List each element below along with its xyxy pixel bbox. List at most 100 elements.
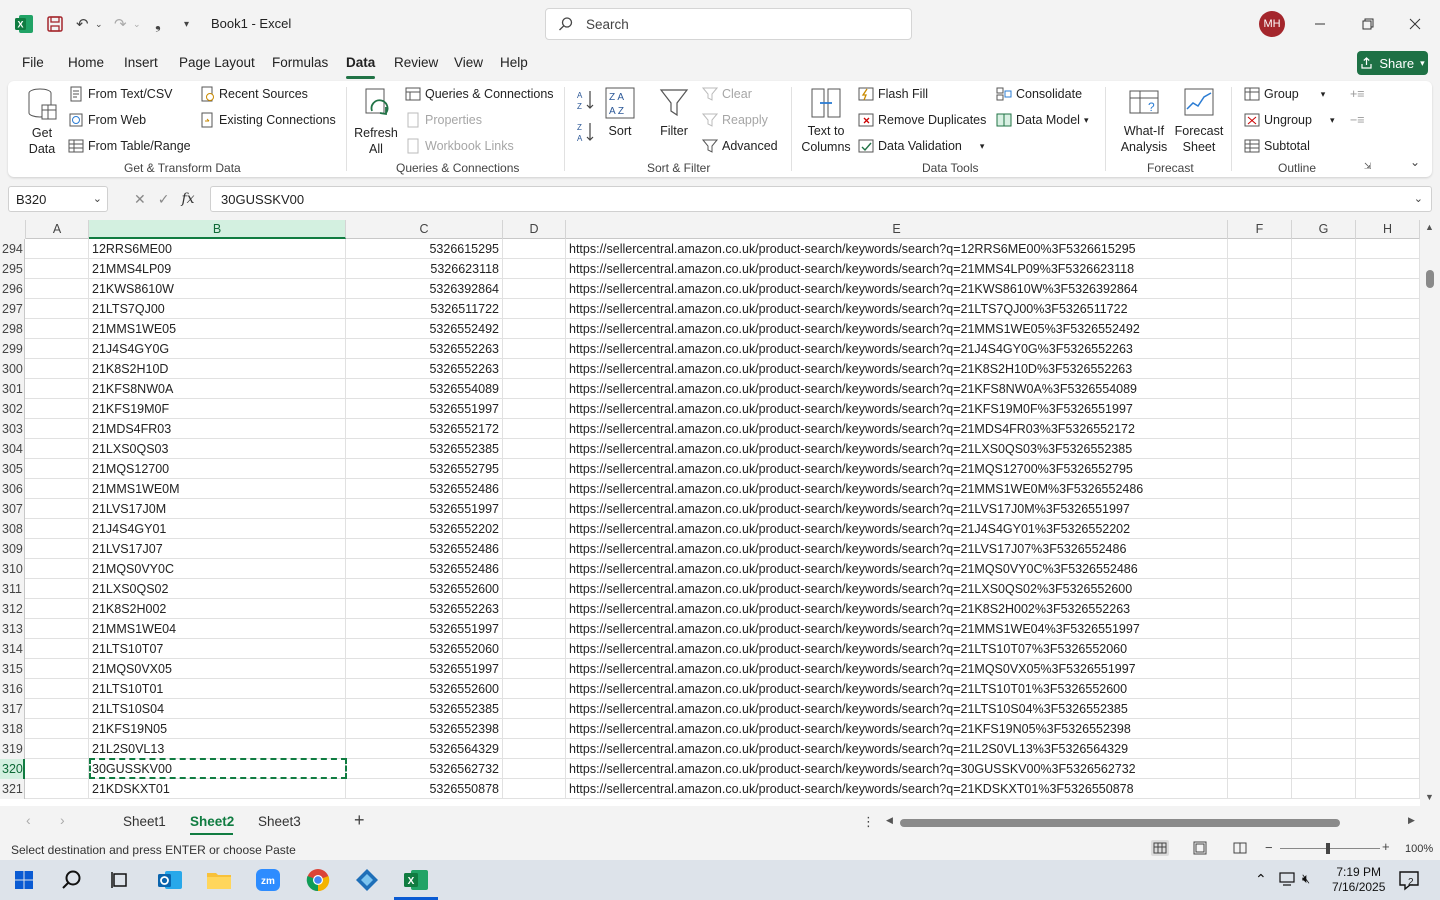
cell-h[interactable] (1356, 379, 1420, 399)
cell-f[interactable] (1228, 479, 1292, 499)
cell-d[interactable] (503, 559, 566, 579)
cell-a[interactable] (26, 499, 89, 519)
cell-a[interactable] (26, 519, 89, 539)
cell-a[interactable] (26, 239, 89, 259)
page-break-view-icon[interactable] (1231, 840, 1249, 859)
cell-f[interactable] (1228, 319, 1292, 339)
cell-a[interactable] (26, 439, 89, 459)
cell-h[interactable] (1356, 739, 1420, 759)
tab-help[interactable]: Help (500, 55, 528, 70)
cell-c[interactable]: 5326562732 (346, 759, 503, 779)
cell-h[interactable] (1356, 459, 1420, 479)
cell-c[interactable]: 5326552385 (346, 439, 503, 459)
tab-review[interactable]: Review (394, 55, 438, 70)
remove-duplicates-button[interactable]: Remove Duplicates (858, 112, 986, 128)
row-header[interactable]: 318 (0, 719, 25, 739)
cell-b[interactable]: 21KFS19N05 (89, 719, 346, 739)
cell-g[interactable] (1292, 679, 1356, 699)
cell-b[interactable]: 12RRS6ME00 (89, 239, 346, 259)
cell-f[interactable] (1228, 459, 1292, 479)
cell-a[interactable] (26, 419, 89, 439)
cell-b[interactable]: 21MQS0VX05 (89, 659, 346, 679)
row-header[interactable]: 298 (0, 319, 25, 339)
subtotal-button[interactable]: Subtotal (1244, 138, 1310, 154)
column-header-h[interactable]: H (1356, 220, 1420, 239)
cell-g[interactable] (1292, 359, 1356, 379)
row-header[interactable]: 300 (0, 359, 25, 379)
cell-f[interactable] (1228, 759, 1292, 779)
cell-d[interactable] (503, 639, 566, 659)
cell-b[interactable]: 21LTS10T07 (89, 639, 346, 659)
redo-dropdown-icon[interactable]: ⌄ (133, 14, 141, 34)
cell-a[interactable] (26, 279, 89, 299)
cell-c[interactable]: 5326552398 (346, 719, 503, 739)
cell-c[interactable]: 5326552263 (346, 359, 503, 379)
consolidate-button[interactable]: Consolidate (996, 86, 1082, 102)
taskbar-search-icon[interactable] (59, 868, 85, 892)
tab-home[interactable]: Home (68, 55, 104, 70)
cell-g[interactable] (1292, 619, 1356, 639)
cell-f[interactable] (1228, 519, 1292, 539)
cell-f[interactable] (1228, 579, 1292, 599)
cell-f[interactable] (1228, 719, 1292, 739)
cell-c[interactable]: 5326392864 (346, 279, 503, 299)
reapply-button[interactable]: Reapply (702, 112, 768, 128)
cell-g[interactable] (1292, 759, 1356, 779)
cell-c[interactable]: 5326552486 (346, 479, 503, 499)
cell-h[interactable] (1356, 499, 1420, 519)
tab-formulas[interactable]: Formulas (272, 55, 328, 70)
column-header-b[interactable]: B (89, 220, 346, 239)
cell-d[interactable] (503, 519, 566, 539)
cell-a[interactable] (26, 719, 89, 739)
row-header[interactable]: 307 (0, 499, 25, 519)
outlook-icon[interactable] (157, 868, 183, 892)
cell-h[interactable] (1356, 419, 1420, 439)
column-header-a[interactable]: A (26, 220, 89, 239)
cell-e[interactable]: https://sellercentral.amazon.co.uk/produ… (566, 319, 1228, 339)
cell-g[interactable] (1292, 239, 1356, 259)
cell-a[interactable] (26, 459, 89, 479)
insert-function-icon[interactable]: fx (181, 191, 194, 207)
cell-b[interactable]: 21LVS17J0M (89, 499, 346, 519)
column-header-g[interactable]: G (1292, 220, 1356, 239)
cell-e[interactable]: https://sellercentral.amazon.co.uk/produ… (566, 339, 1228, 359)
advanced-button[interactable]: Advanced (702, 138, 778, 154)
cell-b[interactable]: 21J4S4GY01 (89, 519, 346, 539)
cell-f[interactable] (1228, 419, 1292, 439)
data-validation-button[interactable]: Data Validation ▾ (858, 138, 984, 154)
customize-toolbar-icon[interactable]: ▾ (184, 14, 189, 34)
cell-f[interactable] (1228, 399, 1292, 419)
cell-h[interactable] (1356, 679, 1420, 699)
existing-connections-button[interactable]: Existing Connections (199, 112, 336, 128)
expand-formula-bar-icon[interactable]: ⌄ (1414, 192, 1423, 205)
redo-icon[interactable]: ↷ (114, 14, 127, 34)
cell-a[interactable] (26, 579, 89, 599)
vertical-scroll-thumb[interactable] (1426, 270, 1434, 288)
tab-data[interactable]: Data (346, 55, 375, 70)
ungroup-button[interactable]: Ungroup ▾ (1244, 112, 1334, 128)
cell-h[interactable] (1356, 779, 1420, 799)
name-box[interactable]: B320 ⌄ (8, 186, 108, 212)
cell-a[interactable] (26, 779, 89, 799)
cell-d[interactable] (503, 659, 566, 679)
cell-a[interactable] (26, 759, 89, 779)
from-text-csv-button[interactable]: From Text/CSV (68, 86, 173, 102)
cell-h[interactable] (1356, 559, 1420, 579)
cell-d[interactable] (503, 319, 566, 339)
cell-a[interactable] (26, 319, 89, 339)
clock[interactable]: 7:19 PM 7/16/2025 (1332, 865, 1385, 895)
cell-a[interactable] (26, 679, 89, 699)
cell-c[interactable]: 5326552060 (346, 639, 503, 659)
cell-f[interactable] (1228, 739, 1292, 759)
cell-a[interactable] (26, 559, 89, 579)
cell-h[interactable] (1356, 479, 1420, 499)
volume-muted-icon[interactable]: 🔇︎ (1302, 871, 1310, 887)
cell-e[interactable]: https://sellercentral.amazon.co.uk/produ… (566, 719, 1228, 739)
group-button[interactable]: Group ▾ (1244, 86, 1325, 102)
cell-e[interactable]: https://sellercentral.amazon.co.uk/produ… (566, 459, 1228, 479)
cell-a[interactable] (26, 339, 89, 359)
cell-c[interactable]: 5326551997 (346, 659, 503, 679)
cell-f[interactable] (1228, 259, 1292, 279)
cell-g[interactable] (1292, 319, 1356, 339)
workbook-links-button[interactable]: Workbook Links (405, 138, 514, 154)
